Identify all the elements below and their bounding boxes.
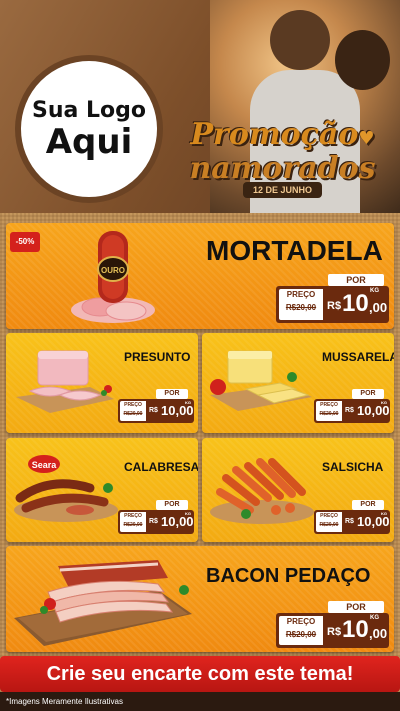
mortadela-image: OURO [71,231,155,323]
price-value: 10,00 [357,514,390,529]
mussarela-image [210,350,312,411]
disclaimer-note: *Imagens Meramente Ilustrativas [0,692,400,711]
old-price: R$20,00 [285,303,317,312]
old-price: R$20,00 [285,630,317,639]
woman-head [335,30,390,90]
por-label: POR [352,389,384,399]
price-value: 10,00 [161,403,194,418]
preco-label: PREÇO [286,617,316,626]
price-value: 10,00 [161,514,194,529]
product-card-bacon[interactable]: BACON PEDAÇO POR PREÇO R$20,00 R$ 10 KG … [6,546,394,652]
header-banner: Sua Logo Aqui Promoção♥ namorados 12 DE … [0,0,400,213]
price-tag: PREÇO R$20,00 R$ 10,00 KG [314,510,390,534]
price-integer: 10 [342,616,369,643]
price-decimals: ,00 [369,300,388,315]
price-tag: PREÇO R$20,00 R$ 10,00 KG [118,510,194,534]
logo-text-line2: Aqui [45,121,133,162]
product-card-calabresa[interactable]: Seara CALABRESA POR PREÇO R$20,00 R$ 10,… [6,438,198,542]
price-tag: PREÇO R$20,00 R$ 10 KG ,00 [276,613,389,648]
salsicha-image [210,458,314,524]
currency-symbol: R$ [149,407,158,414]
product-card-mortadela[interactable]: OURO MORTADELA POR PREÇO R$20,00 R$ 10 K… [6,223,394,329]
price-value: 10,00 [357,403,390,418]
promo-title-word2: namorados [189,151,376,186]
por-label: POR [352,500,384,510]
price-unit: KG [381,400,387,405]
preco-label: PREÇO [320,402,338,408]
preco-label: PREÇO [124,402,142,408]
product-name: MUSSARELA [322,350,394,364]
currency-symbol: R$ [345,407,354,414]
store-logo-placeholder[interactable]: Sua Logo Aqui [15,55,163,203]
price-tag: PREÇO R$20,00 R$ 10,00 KG [118,399,194,423]
promo-title-word1: Promoção♥ [190,117,375,152]
old-price-panel: PREÇO R$20,00 [120,401,146,421]
old-price: R$20,00 [319,411,339,417]
presunto-image [16,350,114,413]
price-decimals: ,00 [369,626,388,641]
price-unit: KG [370,288,379,294]
old-price: R$20,00 [123,522,143,528]
product-name: MORTADELA [206,235,383,266]
old-price: R$20,00 [123,411,143,417]
currency-symbol: R$ [345,518,354,525]
old-price-panel: PREÇO R$20,00 [120,512,146,532]
currency-symbol: R$ [327,300,342,312]
create-flyer-button[interactable]: Crie seu encarte com este tema! [0,656,400,692]
currency-symbol: R$ [149,518,158,525]
por-label: POR [156,389,188,399]
calabresa-image: Seara [14,455,118,522]
price-tag: PREÇO R$20,00 R$ 10,00 KG [314,399,390,423]
old-price-panel: PREÇO R$20,00 [279,616,323,645]
heart-icon: ♥ [358,128,375,149]
man-head [270,10,330,70]
brand-logo: Seara [32,460,58,470]
product-card-mussarela[interactable]: MUSSARELA POR PREÇO R$20,00 R$ 10,00 KG [202,333,394,433]
bacon-image [14,560,192,646]
por-label: POR [156,500,188,510]
price-unit: KG [185,400,191,405]
preco-label: PREÇO [124,513,142,519]
product-card-presunto[interactable]: PRESUNTO POR PREÇO R$20,00 R$ 10,00 KG [6,333,198,433]
old-price-panel: PREÇO R$20,00 [279,289,323,320]
svg-text:OURO: OURO [101,266,125,275]
por-label: POR [328,601,384,613]
product-card-salsicha[interactable]: SALSICHA POR PREÇO R$20,00 R$ 10,00 KG [202,438,394,542]
currency-symbol: R$ [327,626,342,638]
price-unit: KG [370,615,379,621]
price-integer: 10 [342,290,369,317]
price-unit: KG [381,511,387,516]
price-unit: KG [185,511,191,516]
discount-badge: -50% [10,232,40,252]
product-name: CALABRESA [124,460,198,474]
promo-date: 12 DE JUNHO [243,182,323,198]
promo-title: Promoção♥ namorados [170,120,395,184]
preco-label: PREÇO [286,290,316,299]
product-name: BACON PEDAÇO [206,565,371,587]
logo-text-line1: Sua Logo [31,97,146,123]
old-price: R$20,00 [319,522,339,528]
product-name: SALSICHA [322,460,384,474]
preco-label: PREÇO [320,513,338,519]
old-price-panel: PREÇO R$20,00 [316,401,342,421]
price-tag: PREÇO R$20,00 R$ 10 KG ,00 [276,286,389,323]
old-price-panel: PREÇO R$20,00 [316,512,342,532]
por-label: POR [328,274,384,286]
product-name: PRESUNTO [124,350,191,364]
